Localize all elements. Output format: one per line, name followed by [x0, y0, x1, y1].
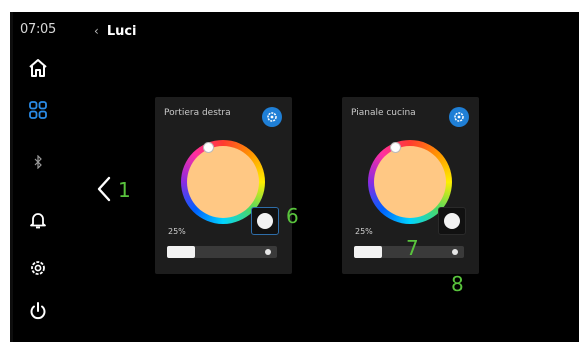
chevron-left-icon[interactable]: ‹: [94, 24, 99, 38]
gear-icon: [31, 261, 45, 275]
light-card: Portiera destra 25%: [155, 97, 292, 274]
color-preset-button[interactable]: [251, 207, 279, 235]
card-title: Pianale cucina: [351, 108, 416, 118]
home-icon: [29, 59, 47, 77]
power-icon: [30, 302, 46, 320]
clock: 07:05: [20, 22, 56, 37]
screen-edge: [10, 12, 13, 342]
color-dot-icon: [444, 213, 460, 229]
brightness-slider[interactable]: [167, 246, 277, 258]
brightness-value: 25%: [355, 227, 373, 236]
brightness-value: 25%: [168, 227, 186, 236]
sidebar: 07:05: [14, 12, 70, 342]
sidebar-item-home[interactable]: [26, 56, 50, 80]
light-settings-button[interactable]: [449, 107, 469, 127]
chevron-left-icon: [97, 176, 111, 202]
brightness-slider-fill: [167, 246, 195, 258]
sidebar-item-power[interactable]: [26, 299, 50, 323]
previous-page-button[interactable]: [96, 176, 112, 206]
card-title: Portiera destra: [164, 108, 231, 118]
gear-icon: [454, 112, 464, 122]
color-dot-icon: [257, 213, 273, 229]
color-wheel-handle[interactable]: [203, 142, 214, 153]
bluetooth-icon: [34, 155, 42, 169]
brightness-slider-fill: [354, 246, 382, 258]
sidebar-item-settings[interactable]: [26, 256, 50, 280]
selected-color-preview: [187, 146, 259, 218]
annotation-label: 6: [286, 204, 299, 228]
brightness-icon: [265, 249, 271, 255]
screen: 07:05 ‹ Luci 1 Portiera destra 25% Piana…: [10, 12, 579, 342]
sidebar-item-apps[interactable]: [26, 98, 50, 122]
bell-icon: [30, 213, 46, 229]
light-settings-button[interactable]: [262, 107, 282, 127]
annotation-label: 8: [451, 272, 464, 296]
grid-icon: [29, 101, 47, 119]
sidebar-item-notifications[interactable]: [26, 208, 50, 232]
page-title: Luci: [106, 23, 137, 39]
annotation-label: 1: [118, 178, 131, 202]
sidebar-item-bluetooth[interactable]: [26, 150, 50, 174]
color-wheel-handle[interactable]: [390, 142, 401, 153]
header[interactable]: ‹ Luci: [94, 20, 137, 42]
annotation-label: 7: [406, 236, 419, 260]
color-preset-button[interactable]: [438, 207, 466, 235]
gear-icon: [267, 112, 277, 122]
brightness-icon: [452, 249, 458, 255]
selected-color-preview: [374, 146, 446, 218]
